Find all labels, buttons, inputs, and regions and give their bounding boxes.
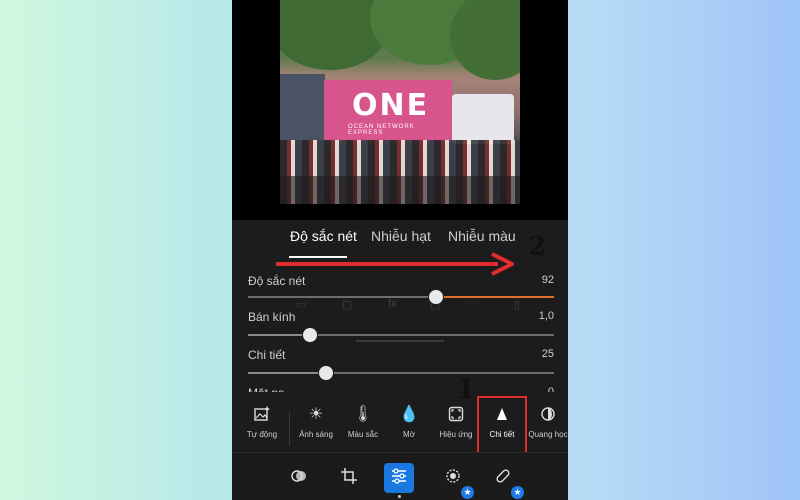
slider-fill [248,334,309,336]
container-logo: ONE [352,88,430,123]
tool-label: Quang học [528,430,568,439]
sun-icon: ☀ [308,406,324,423]
premium-star-icon: ★ [511,486,524,499]
active-nav-dot [398,495,401,498]
slider-track[interactable] [248,296,554,298]
tab-color-noise[interactable]: Nhiễu màu [448,228,516,244]
nav-crop[interactable] [334,463,364,493]
droplet-icon: 💧 [399,406,419,423]
slider-knob[interactable] [318,365,334,381]
tool-effects[interactable]: Hiệu ứng [434,406,478,439]
tool-label: Mờ [403,430,415,439]
step-number-1: 1 [457,375,476,405]
slider-value: 92 [541,274,554,286]
highlight-box [477,396,527,456]
tool-optics[interactable]: Quang học [526,406,568,439]
tool-label: Hiệu ứng [439,430,473,439]
sheet-handle[interactable] [356,340,444,342]
thermometer-icon: 🌡 [352,406,374,423]
shipping-container-pink: ONE OCEAN NETWORK EXPRESS [324,80,452,142]
photo-preview: ONE OCEAN NETWORK EXPRESS [280,0,520,204]
hidden-tool-strip: ▭ ▢ fx ▢ ◌ ▯ [296,298,521,311]
slider-value: 25 [541,348,554,360]
slider-fill [435,296,554,298]
slider-fill [248,372,325,374]
premium-star-icon: ★ [461,486,474,499]
shipping-container [280,74,325,144]
red-arrow-annotation [276,252,514,276]
slider-track[interactable] [248,372,554,374]
toolbar-divider [289,412,290,446]
crop-icon [340,467,358,490]
tab-grain[interactable]: Nhiễu hạt [371,228,431,244]
slider-label: Bán kính [248,310,296,324]
mask-icon [444,467,462,490]
slider-knob[interactable] [302,327,318,343]
auto-photo-icon [240,406,284,424]
tool-label: Ánh sáng [299,430,333,439]
nav-masking[interactable]: ★ [438,463,474,499]
bandage-icon [494,467,512,490]
overlap-circles-icon [290,467,308,490]
truck-cab [452,94,514,144]
slider-label: Độ sắc nét [248,274,306,288]
nav-presets[interactable] [284,463,314,493]
nav-edit[interactable] [384,463,414,493]
tool-light[interactable]: ☀ Ánh sáng [294,406,338,439]
bottom-nav: ★ ★ [232,452,568,500]
tool-label: Tự động [246,430,278,439]
lens-icon [526,406,568,424]
tree-foliage [450,0,520,80]
tool-label: Màu sắc [347,430,379,439]
slider-track[interactable] [248,334,554,336]
tool-auto[interactable]: Tự động [240,406,284,439]
slider-label: Chi tiết [248,348,286,362]
tab-sharpness[interactable]: Độ sắc nét [290,228,357,244]
slider-value: 1,0 [538,310,554,322]
tool-color[interactable]: 🌡 Màu sắc [341,406,385,439]
effects-icon [434,406,478,424]
phone-screen: ONE OCEAN NETWORK EXPRESS Độ sắc nét Nhi… [232,0,568,500]
container-subtext: OCEAN NETWORK EXPRESS [348,124,415,136]
slider-knob[interactable] [428,289,444,305]
tool-blur[interactable]: 💧 Mờ [387,406,431,439]
road-shadow [280,176,520,204]
detail-tabs: Độ sắc nét Nhiễu hạt Nhiễu màu [232,228,568,258]
step-number-2: 2 [528,232,547,262]
nav-healing[interactable]: ★ [488,463,524,499]
sliders-icon [390,467,408,490]
